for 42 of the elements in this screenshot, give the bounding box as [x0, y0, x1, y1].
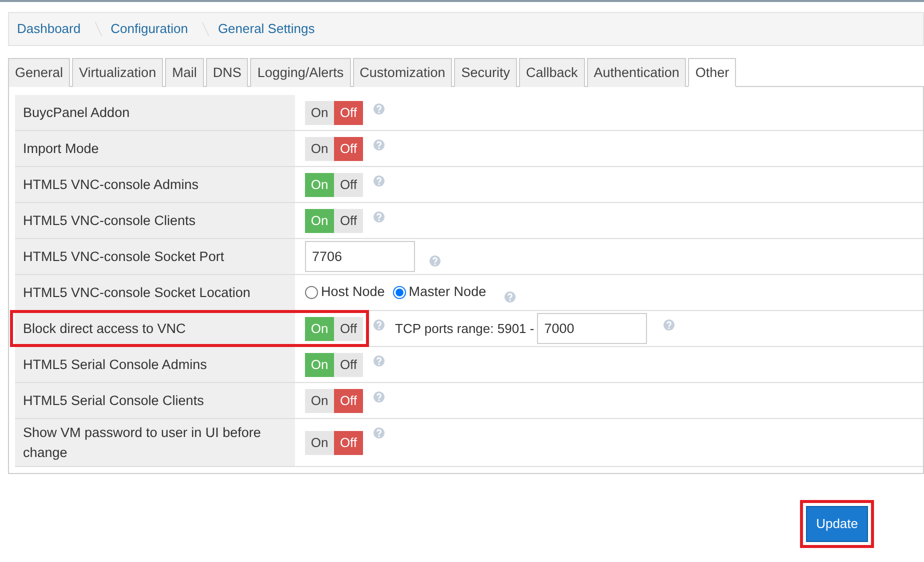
tab[interactable]: Callback [519, 58, 585, 87]
port-input[interactable]: 7706 [305, 241, 415, 272]
setting-label: HTML5 VNC-console Clients [23, 212, 196, 230]
breadcrumb-link[interactable]: General Settings [218, 19, 315, 39]
port-input[interactable]: 7000 [537, 313, 648, 344]
setting-label: Block direct access to VNC [23, 320, 186, 338]
help-icon[interactable] [373, 103, 385, 115]
tab[interactable]: Logging/Alerts [250, 58, 351, 87]
radio-button[interactable] [392, 286, 406, 299]
tab[interactable]: General [8, 58, 70, 87]
help-icon[interactable] [429, 254, 441, 266]
radio-label[interactable]: Host Node [321, 282, 385, 303]
help-icon[interactable] [504, 290, 516, 302]
setting-label: Import Mode [23, 140, 99, 158]
help-icon[interactable] [373, 391, 385, 403]
breadcrumb-link[interactable]: Configuration [110, 19, 188, 39]
setting-label: HTML5 Serial Console Admins [23, 356, 207, 374]
radio-button[interactable] [305, 286, 318, 299]
tab[interactable]: Virtualization [72, 58, 164, 87]
help-icon[interactable] [373, 427, 385, 439]
setting-label: BuycPanel Addon [23, 104, 130, 122]
help-icon[interactable] [373, 319, 385, 331]
breadcrumb-link[interactable]: Dashboard [17, 19, 81, 39]
setting-label: HTML5 VNC-console Socket Location [23, 284, 250, 302]
help-icon[interactable] [373, 211, 385, 223]
setting-label: Show VM password to user in UI before change [23, 424, 262, 462]
help-icon[interactable] [373, 355, 385, 367]
tab[interactable]: DNS [206, 58, 248, 87]
setting-label: HTML5 Serial Console Clients [23, 392, 204, 410]
update-button[interactable]: Update [806, 506, 868, 542]
tab[interactable]: Security [454, 58, 517, 87]
setting-label: HTML5 VNC-console Admins [23, 176, 199, 194]
help-icon[interactable] [373, 139, 385, 151]
setting-label: HTML5 VNC-console Socket Port [23, 248, 224, 266]
help-icon[interactable] [373, 175, 385, 187]
tab[interactable]: Authentication [586, 58, 686, 87]
help-icon[interactable] [663, 319, 676, 331]
tab[interactable]: Other [688, 58, 736, 87]
tab[interactable]: Customization [352, 58, 452, 87]
tab[interactable]: Mail [165, 58, 204, 87]
range-label: TCP ports range: 5901 - [395, 320, 534, 338]
radio-label[interactable]: Master Node [408, 282, 486, 303]
